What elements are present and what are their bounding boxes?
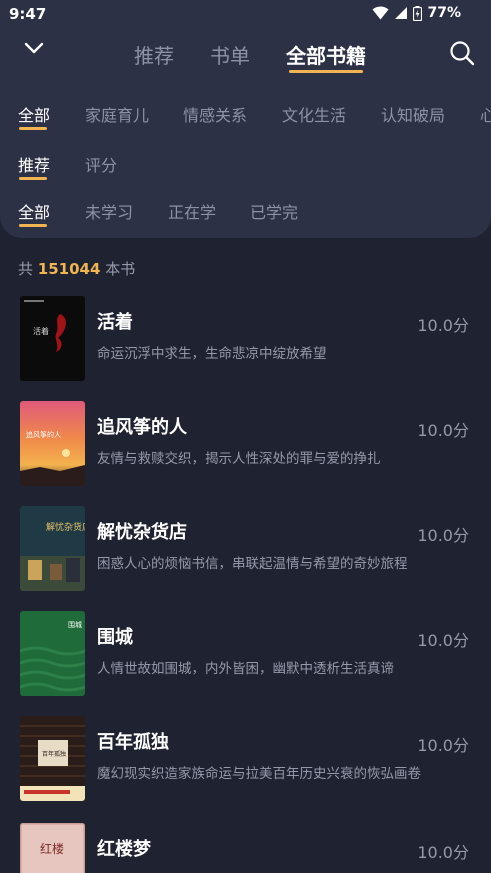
category-relationships[interactable]: 情感关系: [183, 102, 247, 126]
book-title: 追风筝的人: [97, 417, 187, 438]
book-title: 百年孤独: [97, 732, 169, 753]
status-filter-row: 全部 未学习 正在学 已学完: [0, 199, 491, 229]
category-more[interactable]: 心: [480, 102, 491, 126]
category-filter-row: 全部 家庭育儿 情感关系 文化生活 认知破局 心: [0, 102, 491, 132]
tab-booklist[interactable]: 书单: [210, 40, 250, 69]
cover-text: 活着: [33, 326, 49, 336]
tab-recommend[interactable]: 推荐: [134, 40, 174, 69]
status-indicator: [19, 224, 47, 227]
status-bar: 9:47 77%: [0, 0, 491, 28]
book-score: 10.0分: [417, 631, 469, 650]
book-title: 解忧杂货店: [97, 522, 187, 543]
sort-rating[interactable]: 评分: [85, 152, 117, 176]
cover-text: 红楼: [40, 841, 64, 856]
search-icon: [450, 41, 475, 66]
book-score: 10.0分: [417, 316, 469, 335]
battery-icon: [413, 5, 423, 21]
battery-percent: 77%: [427, 5, 461, 21]
book-cover: 红楼: [20, 823, 85, 873]
app-root: 9:47 77% 推荐 书单 全部书籍 全部 家庭育儿 情感关系 文化生活 认知…: [0, 0, 491, 873]
book-cover: 追风筝的人: [20, 401, 85, 486]
sort-filter-row: 推荐 评分: [0, 152, 491, 182]
count-suffix: 本书: [105, 260, 136, 278]
status-all[interactable]: 全部: [18, 199, 50, 223]
search-button[interactable]: [449, 40, 475, 66]
book-count: 共 151044 本书: [18, 258, 135, 279]
book-description: 魔幻现实织造家族命运与拉美百年历史兴衰的恢弘画卷: [97, 766, 421, 782]
status-not-started[interactable]: 未学习: [85, 199, 133, 223]
book-row[interactable]: 解忧杂货店 解忧杂货店 困惑人心的烦恼书信，串联起温情与希望的奇妙旅程 10.0…: [0, 502, 491, 594]
sort-indicator: [19, 177, 47, 180]
signal-icon: [395, 7, 408, 19]
book-row[interactable]: 围城 围城 人情世故如围城，内外皆困，幽默中透析生活真谛 10.0分: [0, 607, 491, 699]
cover-text: 百年孤独: [42, 750, 66, 758]
count-number: 151044: [37, 260, 101, 278]
status-in-progress[interactable]: 正在学: [168, 199, 216, 223]
book-title: 红楼梦: [97, 839, 151, 860]
book-score: 10.0分: [417, 421, 469, 440]
book-title: 围城: [97, 627, 133, 648]
sort-recommend[interactable]: 推荐: [18, 152, 50, 176]
book-cover: 活着: [20, 296, 85, 381]
cover-text: 追风筝的人: [26, 430, 61, 439]
active-tab-indicator: [289, 70, 363, 73]
tab-all-books[interactable]: 全部书籍: [286, 40, 366, 69]
book-title: 活着: [97, 312, 133, 333]
count-prefix: 共: [18, 260, 34, 278]
cover-text: 围城: [68, 621, 82, 629]
status-completed[interactable]: 已学完: [250, 199, 298, 223]
cover-text: 解忧杂货店: [46, 521, 85, 533]
status-icons: 77%: [372, 5, 461, 21]
book-cover: 百年孤独: [20, 716, 85, 801]
category-indicator: [19, 127, 47, 130]
book-description: 命运沉浮中求生，生命悲凉中绽放希望: [97, 346, 327, 362]
category-all[interactable]: 全部: [18, 102, 50, 126]
category-culture[interactable]: 文化生活: [282, 102, 346, 126]
category-parenting[interactable]: 家庭育儿: [85, 102, 149, 126]
book-cover: 围城: [20, 611, 85, 696]
book-cover: 解忧杂货店: [20, 506, 85, 591]
book-score: 10.0分: [417, 736, 469, 755]
book-score: 10.0分: [417, 526, 469, 545]
book-row[interactable]: 百年孤独 百年孤独 魔幻现实织造家族命运与拉美百年历史兴衰的恢弘画卷 10.0分: [0, 712, 491, 804]
book-score: 10.0分: [417, 843, 469, 862]
wifi-icon: [372, 6, 389, 20]
category-cognition[interactable]: 认知破局: [381, 102, 445, 126]
book-row[interactable]: 活着 活着 命运沉浮中求生，生命悲凉中绽放希望 10.0分: [0, 292, 491, 384]
book-row[interactable]: 追风筝的人 追风筝的人 友情与救赎交织，揭示人性深处的罪与爱的挣扎 10.0分: [0, 397, 491, 489]
book-description: 困惑人心的烦恼书信，串联起温情与希望的奇妙旅程: [97, 556, 408, 572]
status-time: 9:47: [9, 5, 47, 23]
top-tabs: 推荐 书单 全部书籍: [0, 40, 491, 80]
book-description: 友情与救赎交织，揭示人性深处的罪与爱的挣扎: [97, 451, 381, 467]
book-row[interactable]: 红楼 红楼梦 10.0分: [0, 819, 491, 873]
book-description: 人情世故如围城，内外皆困，幽默中透析生活真谛: [97, 661, 394, 677]
